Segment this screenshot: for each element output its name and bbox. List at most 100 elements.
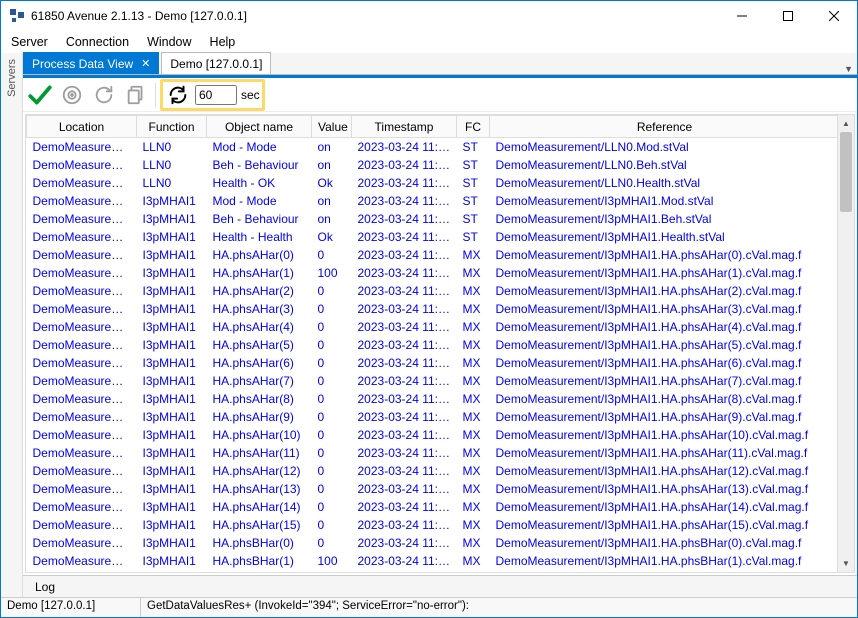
table-cell: 2023-03-24 11:38:... xyxy=(352,390,457,408)
column-header[interactable]: Reference xyxy=(490,116,838,138)
statusbar: Demo [127.0.0.1] GetDataValuesRes+ (Invo… xyxy=(1,597,857,617)
table-cell: on xyxy=(312,156,352,174)
table-cell: DemoMeasurement/I3pMHAI1.HA.phsAHar(0).c… xyxy=(490,246,838,264)
scroll-thumb[interactable] xyxy=(840,132,852,212)
table-cell: DemoMeasurement/I3pMHAI1.HA.phsAHar(8).c… xyxy=(490,390,838,408)
menu-help[interactable]: Help xyxy=(210,35,236,49)
table-row[interactable]: DemoMeasurementI3pMHAI1Health - HealthOk… xyxy=(27,228,838,246)
target-button[interactable] xyxy=(57,80,87,110)
log-label: Log xyxy=(35,580,55,594)
table-row[interactable]: DemoMeasurementI3pMHAI1HA.phsAHar(1)1002… xyxy=(27,264,838,282)
table-cell: I3pMHAI1 xyxy=(137,228,207,246)
table-row[interactable]: DemoMeasurementI3pMHAI1HA.phsBHar(1)1002… xyxy=(27,552,838,570)
table-row[interactable]: DemoMeasurementI3pMHAI1HA.phsAHar(6)0202… xyxy=(27,354,838,372)
menu-connection[interactable]: Connection xyxy=(66,35,129,49)
table-row[interactable]: DemoMeasurementI3pMHAI1HA.phsBHar(0)0202… xyxy=(27,534,838,552)
side-tab-servers[interactable]: Servers xyxy=(1,53,23,597)
table-cell: 0 xyxy=(312,426,352,444)
table-cell: 100 xyxy=(312,552,352,570)
table-cell: DemoMeasurement xyxy=(27,138,137,157)
table-row[interactable]: DemoMeasurementI3pMHAI1HA.phsAHar(12)020… xyxy=(27,462,838,480)
column-header[interactable]: Timestamp xyxy=(352,116,457,138)
tab-demo-connection[interactable]: Demo [127.0.0.1] xyxy=(161,52,271,74)
table-cell: MX xyxy=(457,264,490,282)
table-row[interactable]: DemoMeasurementI3pMHAI1Beh - Behaviouron… xyxy=(27,210,838,228)
column-header[interactable]: Object name xyxy=(207,116,312,138)
table-cell: I3pMHAI1 xyxy=(137,462,207,480)
copy-button[interactable] xyxy=(121,80,151,110)
table-cell: 2023-03-24 11:38:... xyxy=(352,300,457,318)
table-row[interactable]: DemoMeasurementI3pMHAI1HA.phsAHar(14)020… xyxy=(27,498,838,516)
table-row[interactable]: DemoMeasurementI3pMHAI1HA.phsAHar(8)0202… xyxy=(27,390,838,408)
table-cell: HA.phsBHar(1) xyxy=(207,552,312,570)
table-row[interactable]: DemoMeasurementI3pMHAI1HA.phsAHar(13)020… xyxy=(27,480,838,498)
table-cell: MX xyxy=(457,390,490,408)
table-cell: ST xyxy=(457,210,490,228)
table-row[interactable]: DemoMeasurementI3pMHAI1HA.phsAHar(10)020… xyxy=(27,426,838,444)
table-row[interactable]: DemoMeasurementLLN0Beh - Behaviouron2023… xyxy=(27,156,838,174)
table-row[interactable]: DemoMeasurementI3pMHAI1HA.phsAHar(9)0202… xyxy=(27,408,838,426)
table-cell: 0 xyxy=(312,300,352,318)
scroll-down-icon[interactable]: ▼ xyxy=(838,555,854,572)
table-cell: 2023-03-24 11:38:... xyxy=(352,534,457,552)
table-cell: DemoMeasurement/I3pMHAI1.Mod.stVal xyxy=(490,192,838,210)
column-header[interactable]: Function xyxy=(137,116,207,138)
table-row[interactable]: DemoMeasurementI3pMHAI1HA.phsAHar(0)0202… xyxy=(27,246,838,264)
log-panel-header[interactable]: Log xyxy=(23,575,857,597)
table-cell: HA.phsBHar(0) xyxy=(207,534,312,552)
table-row[interactable]: DemoMeasurementI3pMHAI1HA.phsAHar(11)020… xyxy=(27,444,838,462)
table-row[interactable]: DemoMeasurementI3pMHAI1HA.phsAHar(7)0202… xyxy=(27,372,838,390)
tab-overflow-icon[interactable]: ▼ xyxy=(844,64,853,74)
table-cell: I3pMHAI1 xyxy=(137,210,207,228)
table-cell: I3pMHAI1 xyxy=(137,480,207,498)
auto-refresh-group: sec xyxy=(160,79,265,111)
minimize-button[interactable] xyxy=(719,1,765,31)
table-cell: DemoMeasurement xyxy=(27,174,137,192)
tab-close-icon[interactable]: ✕ xyxy=(141,57,150,70)
table-cell: ST xyxy=(457,192,490,210)
close-button[interactable] xyxy=(811,1,857,31)
menu-window[interactable]: Window xyxy=(147,35,191,49)
target-icon xyxy=(61,84,83,106)
refresh-button[interactable] xyxy=(89,80,119,110)
table-cell: DemoMeasurement/I3pMHAI1.HA.phsAHar(13).… xyxy=(490,480,838,498)
status-connection: Demo [127.0.0.1] xyxy=(1,598,141,617)
refresh-icon xyxy=(93,84,115,106)
column-header[interactable]: Value xyxy=(312,116,352,138)
table-row[interactable]: DemoMeasurementI3pMHAI1HA.phsAHar(15)020… xyxy=(27,516,838,534)
apply-button[interactable] xyxy=(25,80,55,110)
copy-icon xyxy=(125,84,147,106)
column-header[interactable]: FC xyxy=(457,116,490,138)
table-cell: 2023-03-24 11:38:... xyxy=(352,552,457,570)
table-row[interactable]: DemoMeasurementI3pMHAI1HA.phsAHar(5)0202… xyxy=(27,336,838,354)
auto-refresh-button[interactable] xyxy=(165,82,191,108)
table-cell: I3pMHAI1 xyxy=(137,300,207,318)
table-cell: DemoMeasurement xyxy=(27,354,137,372)
scroll-up-icon[interactable]: ▲ xyxy=(838,115,854,132)
table-cell: 2023-03-24 11:38:... xyxy=(352,282,457,300)
table-row[interactable]: DemoMeasurementI3pMHAI1Mod - Modeon2023-… xyxy=(27,192,838,210)
table-row[interactable]: DemoMeasurementLLN0Health - OKOk2023-03-… xyxy=(27,174,838,192)
refresh-unit-label: sec xyxy=(241,88,260,102)
table-row[interactable]: DemoMeasurementI3pMHAI1HA.phsAHar(4)0202… xyxy=(27,318,838,336)
column-header[interactable]: Location xyxy=(27,116,137,138)
refresh-interval-input[interactable] xyxy=(195,85,237,105)
table-cell: MX xyxy=(457,336,490,354)
tab-process-data-view[interactable]: Process Data View ✕ xyxy=(23,52,159,74)
table-cell: HA.phsAHar(7) xyxy=(207,372,312,390)
maximize-button[interactable] xyxy=(765,1,811,31)
menu-server[interactable]: Server xyxy=(11,35,48,49)
cycle-icon xyxy=(167,84,189,106)
table-cell: HA.phsAHar(11) xyxy=(207,444,312,462)
table-cell: HA.phsAHar(2) xyxy=(207,282,312,300)
table-cell: 0 xyxy=(312,462,352,480)
table-row[interactable]: DemoMeasurementLLN0Mod - Modeon2023-03-2… xyxy=(27,138,838,157)
table-cell: I3pMHAI1 xyxy=(137,498,207,516)
table-cell: DemoMeasurement/I3pMHAI1.HA.phsAHar(1).c… xyxy=(490,264,838,282)
table-row[interactable]: DemoMeasurementI3pMHAI1HA.phsAHar(3)0202… xyxy=(27,300,838,318)
table-cell: LLN0 xyxy=(137,156,207,174)
table-cell: DemoMeasurement/I3pMHAI1.Beh.stVal xyxy=(490,210,838,228)
titlebar: 61850 Avenue 2.1.13 - Demo [127.0.0.1] xyxy=(1,1,857,31)
vertical-scrollbar[interactable]: ▲ ▼ xyxy=(837,115,854,572)
table-row[interactable]: DemoMeasurementI3pMHAI1HA.phsAHar(2)0202… xyxy=(27,282,838,300)
